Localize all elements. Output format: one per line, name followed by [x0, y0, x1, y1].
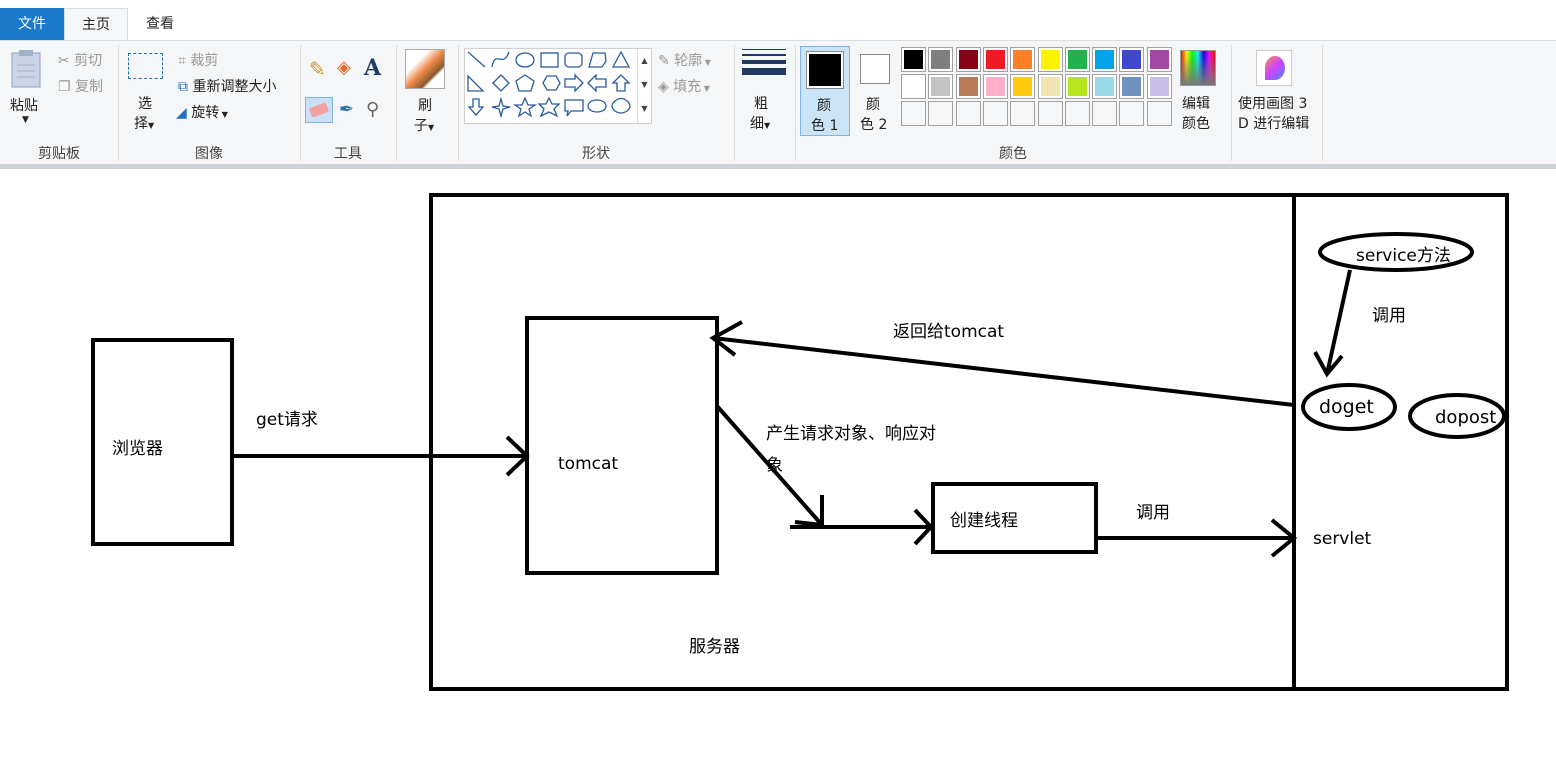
server-label: 服务器 — [689, 637, 740, 657]
return-label: 返回给tomcat — [893, 322, 1005, 342]
get-request-label: get请求 — [256, 410, 318, 430]
invoke-servlet-arrow — [1096, 518, 1298, 558]
browser-label: 浏览器 — [112, 439, 163, 459]
doget-label: doget — [1319, 396, 1374, 418]
dopost-label: dopost — [1435, 407, 1497, 428]
diagram-drawing — [91, 193, 1509, 691]
service-method-label: service方法 — [1356, 246, 1451, 266]
tomcat-label: tomcat — [558, 454, 619, 474]
create-objects-label-1: 产生请求对象、响应对 — [766, 424, 936, 444]
create-thread-label: 创建线程 — [950, 511, 1018, 531]
invoke-doget-arrow — [1313, 269, 1352, 378]
invoke-servlet-label: 调用 — [1136, 503, 1170, 523]
invoke-doget-label: 调用 — [1372, 306, 1406, 326]
tomcat-box — [525, 316, 719, 575]
servlet-label: servlet — [1313, 529, 1372, 549]
server-box — [429, 193, 1509, 691]
get-arrow — [232, 435, 530, 477]
create-objects-label-2: 象 — [766, 456, 783, 476]
canvas[interactable]: 浏览器 get请求 tomcat 返回给tomcat 产生请求对象、响应对 象 … — [0, 169, 1556, 761]
